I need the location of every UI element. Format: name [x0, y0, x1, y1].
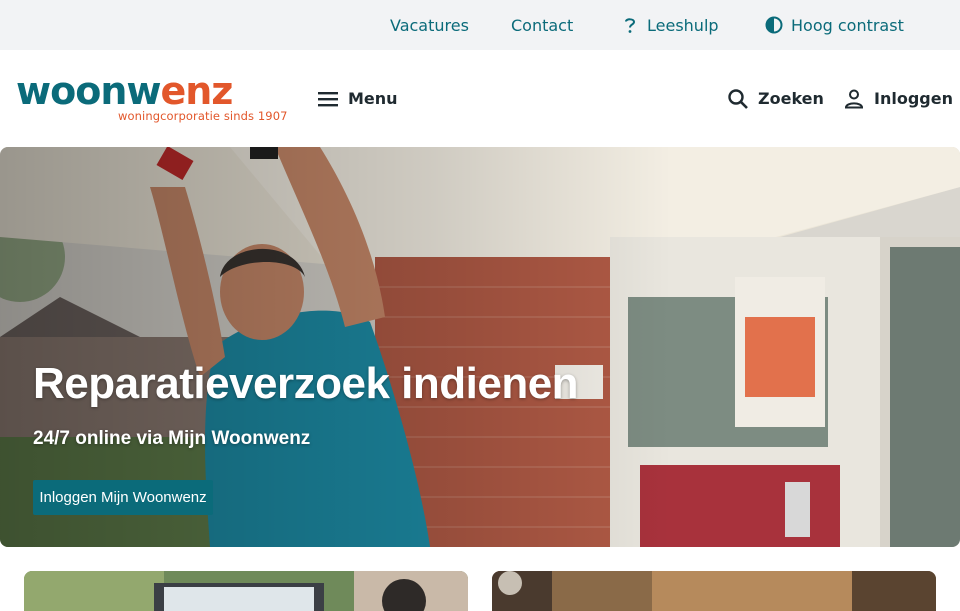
main-header: woonwenz woningcorporatie sinds 1907 Men… — [0, 50, 960, 147]
hero-banner: Reparatieverzoek indienen 24/7 online vi… — [0, 147, 960, 547]
search-button[interactable]: Zoeken — [726, 50, 824, 147]
login-label: Inloggen — [874, 89, 953, 108]
menu-button[interactable]: Menu — [316, 50, 398, 147]
contact-link[interactable]: Contact — [511, 0, 573, 50]
leeshulp-label: Leeshulp — [647, 15, 719, 35]
vacatures-link[interactable]: Vacatures — [390, 0, 469, 50]
woonwenz-logo[interactable]: woonwenz woningcorporatie sinds 1907 — [16, 69, 287, 127]
hamburger-icon — [316, 87, 340, 111]
menu-label: Menu — [348, 89, 398, 108]
login-mijn-woonwenz-button[interactable]: Inloggen Mijn Woonwenz — [33, 480, 213, 515]
question-mark-icon — [620, 15, 640, 35]
login-button[interactable]: Inloggen — [842, 50, 953, 147]
card-photo — [492, 571, 936, 611]
hoog-contrast-label: Hoog contrast — [791, 15, 904, 35]
content-card[interactable] — [492, 571, 936, 611]
logo-tagline: woningcorporatie sinds 1907 — [118, 109, 288, 123]
content-card[interactable] — [24, 571, 468, 611]
logo-wordmark: woonwenz — [16, 69, 233, 113]
magnifier-icon — [726, 87, 750, 111]
user-icon — [842, 87, 866, 111]
leeshulp-link[interactable]: Leeshulp — [620, 0, 719, 50]
card-photo — [24, 571, 468, 611]
hero-title: Reparatieverzoek indienen — [33, 359, 579, 408]
half-circle-icon — [764, 15, 784, 35]
utility-bar: Vacatures Contact Leeshulp Hoog contrast — [0, 0, 960, 50]
hoog-contrast-toggle[interactable]: Hoog contrast — [764, 0, 904, 50]
hero-subtitle: 24/7 online via Mijn Woonwenz — [33, 428, 311, 449]
search-label: Zoeken — [758, 89, 824, 108]
